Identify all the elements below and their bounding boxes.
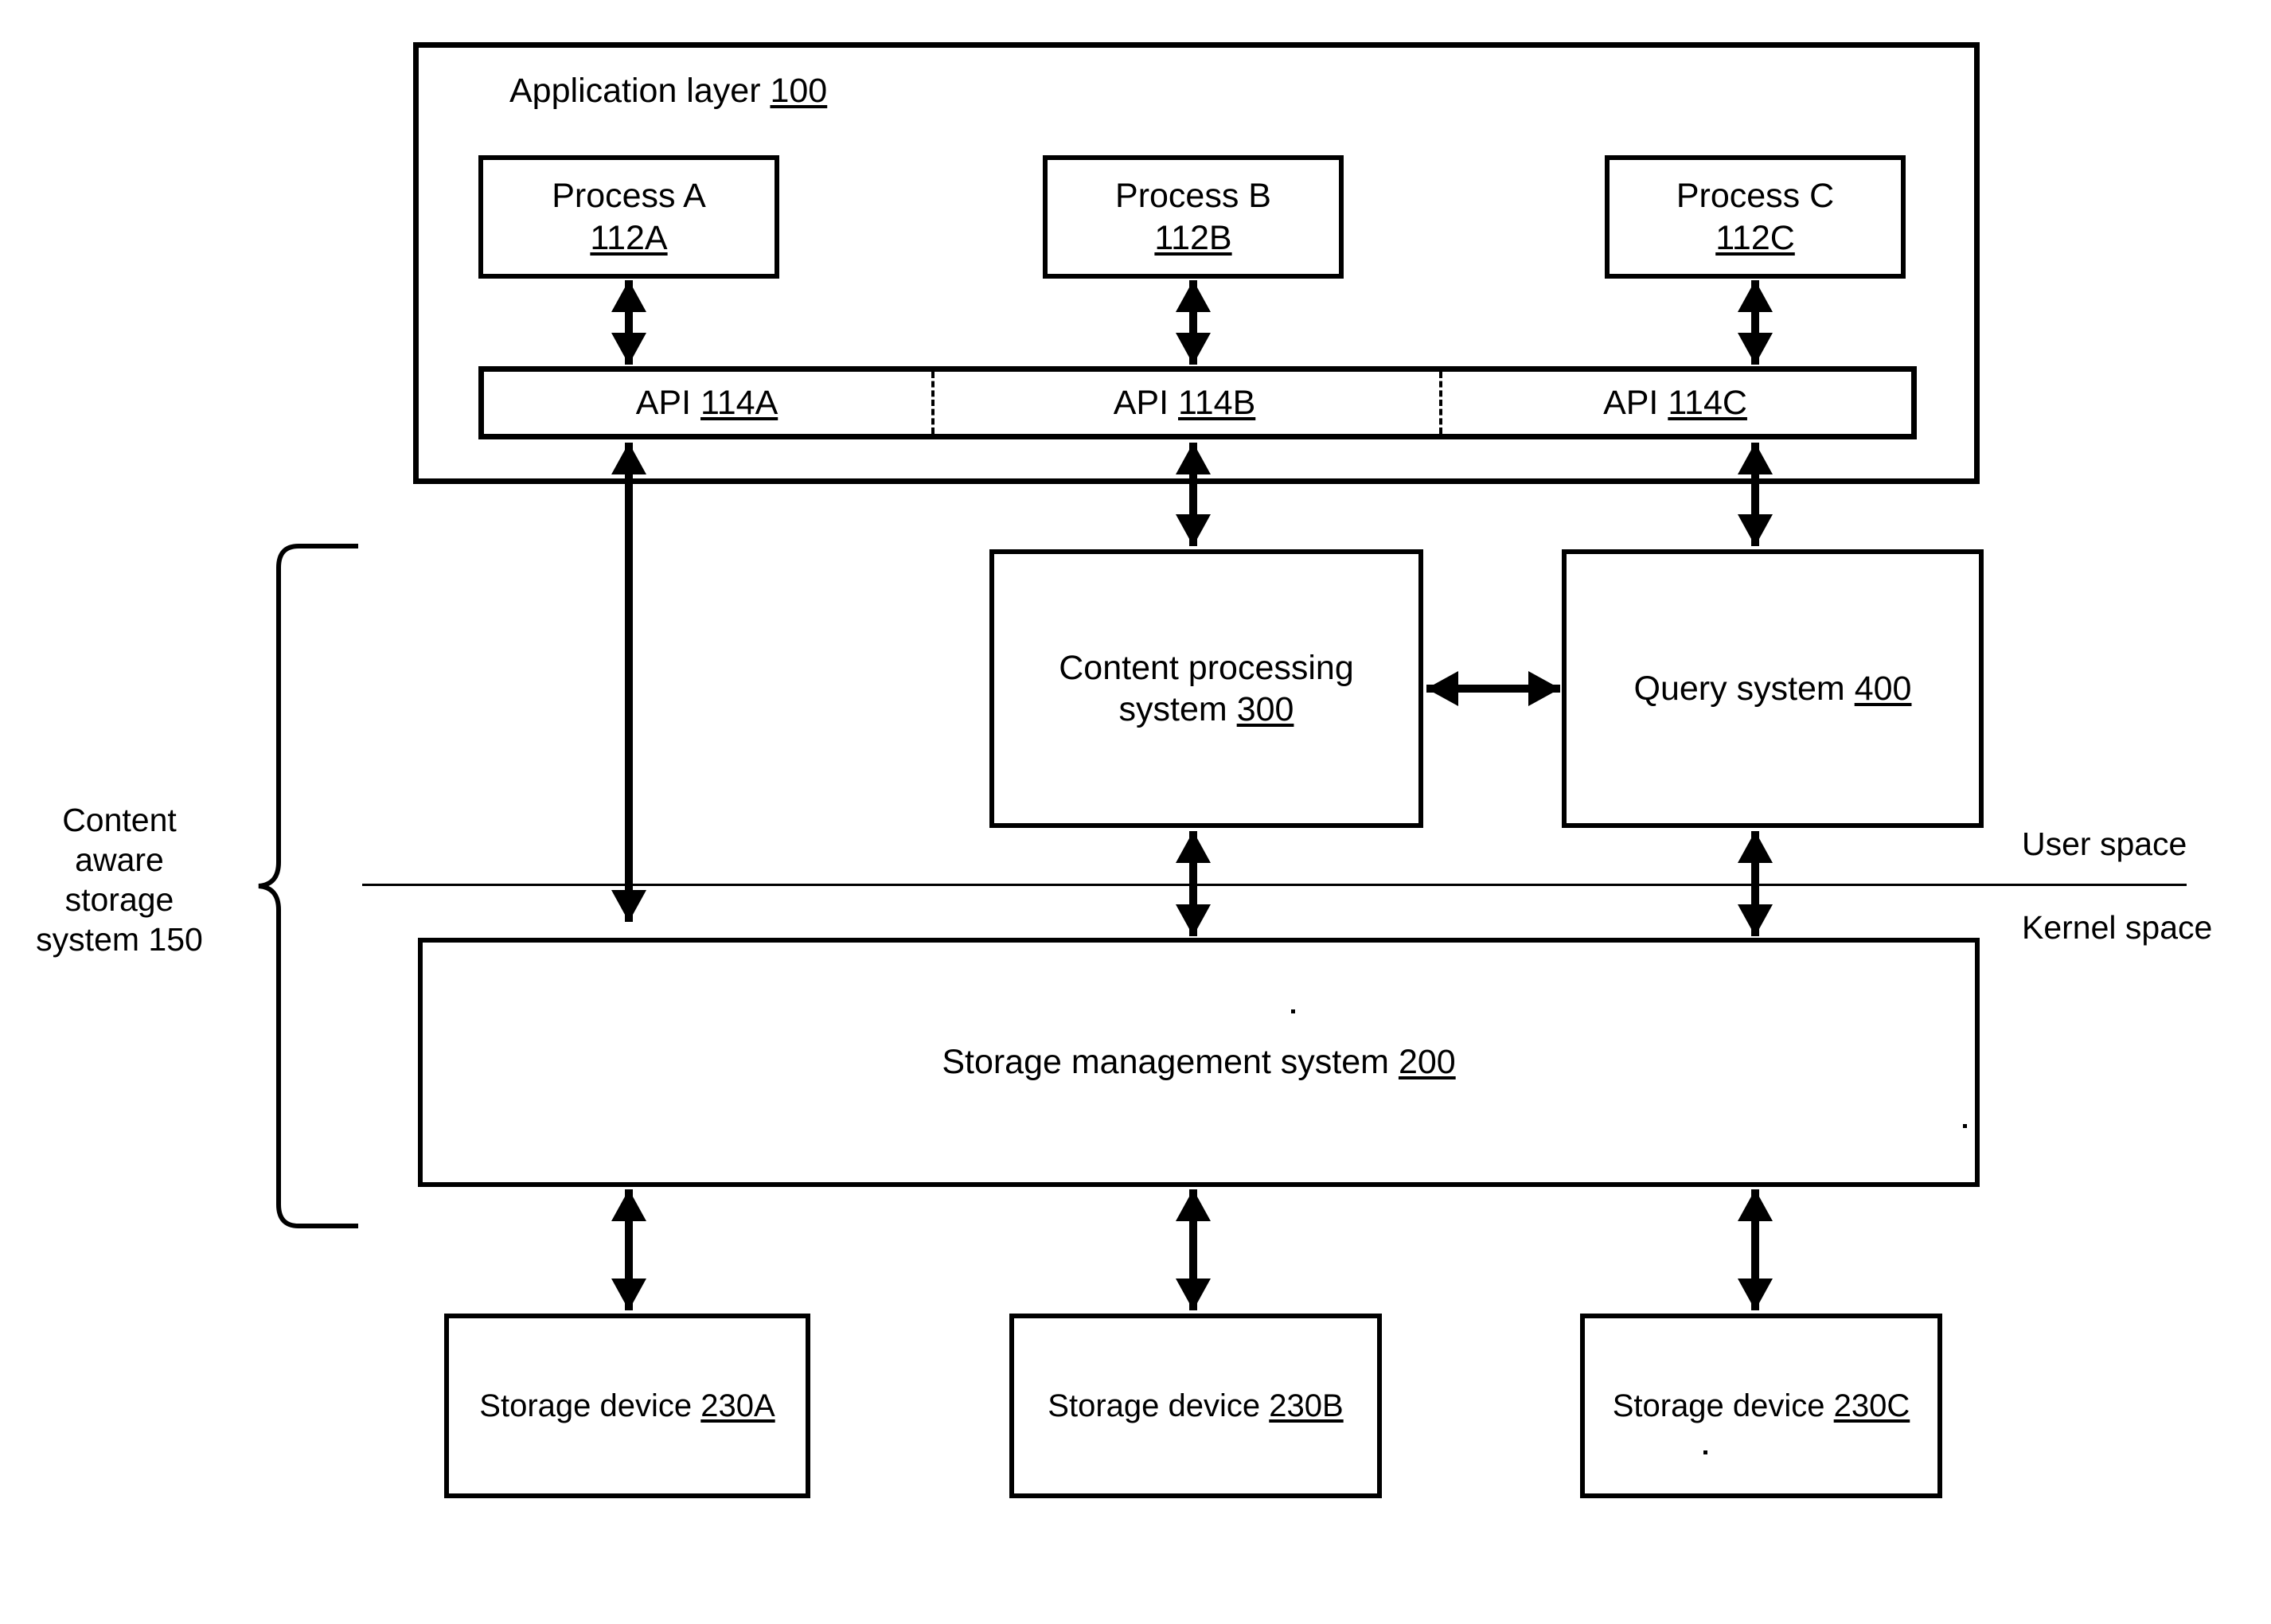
api-114a-ref: 114A [700, 383, 778, 422]
cas-line3: storage [64, 881, 174, 919]
cas-line2: aware [75, 841, 164, 879]
storage-management-label: Storage management system [942, 1043, 1389, 1082]
process-b-label: Process B [1115, 177, 1271, 216]
content-processing-line1: Content processing [1059, 648, 1354, 687]
api-114c-label: API [1603, 383, 1659, 422]
storage-device-a-box: Storage device 230A [444, 1314, 810, 1498]
query-system-label: Query system [1633, 669, 1845, 708]
process-b-ref: 112B [1154, 218, 1232, 257]
cas-line4: system 150 [36, 921, 203, 958]
api-114c-ref: 114C [1668, 383, 1747, 422]
storage-device-b-label: Storage device [1048, 1388, 1261, 1423]
storage-device-c-box: Storage device 230C [1580, 1314, 1942, 1498]
scan-speck [1703, 1450, 1707, 1454]
api-114a-label: API [635, 383, 692, 422]
api-114c-cell: API 114C [1439, 372, 1911, 434]
process-a-box: Process A 112A [478, 155, 779, 279]
content-processing-system-box: Content processing system 300 [989, 549, 1423, 828]
api-bar: API 114A API 114B API 114C [478, 366, 1917, 439]
api-114a-cell: API 114A [484, 372, 930, 434]
storage-device-b-ref: 230B [1269, 1388, 1344, 1423]
cas-line1: Content [62, 802, 177, 838]
arrow-process-c-to-api [1738, 280, 1773, 365]
api-114b-label: API [1113, 383, 1169, 422]
arrow-query-system-to-storage-management [1738, 831, 1773, 936]
process-c-label: Process C [1676, 177, 1835, 216]
content-processing-line2: system [1118, 690, 1227, 728]
storage-device-a-label: Storage device [479, 1388, 693, 1423]
arrow-storage-management-to-device-a [611, 1189, 646, 1310]
arrow-api-c-to-query-system [1738, 443, 1773, 546]
api-114b-ref: 114B [1178, 383, 1256, 422]
user-space-label: User space [2022, 826, 2187, 862]
storage-management-ref: 200 [1398, 1043, 1456, 1082]
application-layer-ref: 100 [770, 72, 828, 110]
arrow-content-processing-to-storage-management [1176, 831, 1211, 936]
process-c-box: Process C 112C [1605, 155, 1906, 279]
storage-device-c-ref: 230C [1833, 1388, 1910, 1423]
content-processing-ref: 300 [1236, 690, 1294, 728]
query-system-ref: 400 [1854, 669, 1912, 708]
process-a-ref: 112A [590, 218, 668, 257]
arrow-process-b-to-api [1176, 280, 1211, 365]
application-layer-label: Application layer [509, 72, 761, 110]
api-divider-bc [1439, 372, 1442, 434]
storage-device-c-label: Storage device [1612, 1388, 1825, 1423]
storage-management-system-box: Storage management system 200 [418, 938, 1980, 1187]
arrow-content-processing-to-query-system [1426, 671, 1560, 706]
kernel-space-label: Kernel space [2022, 909, 2213, 946]
content-aware-storage-system-label: Content aware storage system 150 [16, 800, 223, 959]
content-aware-storage-system-brace [258, 544, 358, 1228]
process-a-label: Process A [552, 177, 706, 216]
arrow-storage-management-to-device-b [1176, 1189, 1211, 1310]
process-b-box: Process B 112B [1043, 155, 1344, 279]
process-c-ref: 112C [1715, 218, 1795, 257]
application-layer-title: Application layer 100 [509, 70, 955, 111]
storage-device-b-box: Storage device 230B [1009, 1314, 1382, 1498]
arrow-storage-management-to-device-c [1738, 1189, 1773, 1310]
arrow-process-a-to-api [611, 280, 646, 365]
query-system-box: Query system 400 [1562, 549, 1984, 828]
arrow-api-b-to-content-processing [1176, 443, 1211, 546]
scan-speck [1291, 1009, 1295, 1013]
api-divider-ab [931, 372, 935, 434]
diagram-canvas: Application layer 100 Process A 112A Pro… [0, 0, 2271, 1624]
api-114b-cell: API 114B [930, 372, 1439, 434]
storage-device-a-ref: 230A [700, 1388, 775, 1423]
scan-speck [1963, 1124, 1967, 1128]
arrow-api-a-to-storage-management [611, 443, 646, 922]
